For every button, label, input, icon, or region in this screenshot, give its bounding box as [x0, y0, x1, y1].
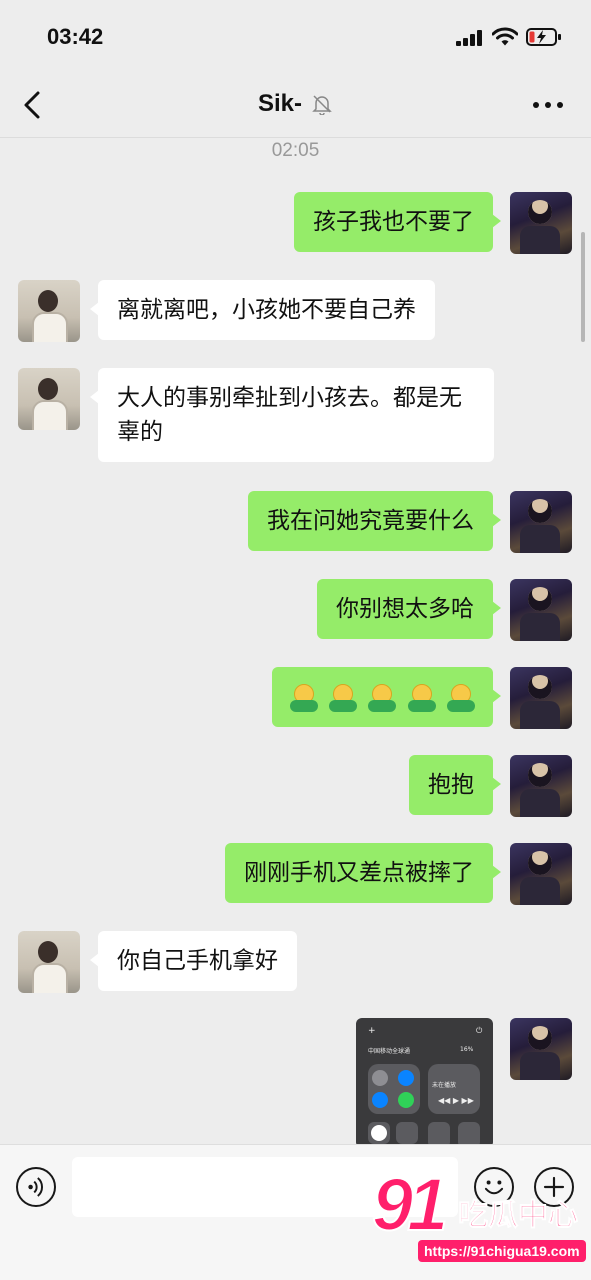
chat-title: Sik-: [257, 90, 302, 117]
avatar-self[interactable]: [510, 579, 572, 641]
media-panel: 未在播放 ◀◀ ▶ ▶▶: [428, 1064, 480, 1114]
connectivity-panel: [368, 1064, 420, 1114]
voice-icon[interactable]: [16, 1167, 56, 1207]
avatar-self[interactable]: [510, 1018, 572, 1080]
message-bubble-self[interactable]: 抱抱: [409, 755, 501, 815]
battery-charging-icon: [526, 28, 561, 46]
image-message-control-center[interactable]: + ⏻ 中国移动全球通 16% 未在播放 ◀◀ ▶ ▶▶: [356, 1018, 493, 1148]
status-time: 03:42: [47, 24, 104, 49]
avatar-self[interactable]: [510, 192, 572, 254]
message-bubble-other[interactable]: 大人的事别牵扯到小孩去。都是无辜的: [90, 368, 494, 462]
more-dots-icon[interactable]: [532, 100, 564, 110]
watermark-url: https://91chigua19.com: [418, 1240, 586, 1262]
message-timestamp: 02:05: [271, 140, 320, 161]
message-bubble-self[interactable]: 孩子我也不要了: [294, 192, 501, 252]
hug-emoji-icon: [329, 683, 358, 712]
message-bubble-other[interactable]: 你自己手机拿好: [90, 931, 297, 991]
hug-emoji-icon: [368, 683, 397, 712]
status-bar: 03:42: [0, 0, 591, 72]
message-bubble-self[interactable]: 我在问她究竟要什么: [248, 491, 501, 551]
hug-emoji-icon: [447, 683, 475, 712]
carrier-label: 中国移动全球通: [368, 1048, 411, 1055]
message-bubble-emoji[interactable]: [271, 667, 502, 727]
avatar-other[interactable]: [18, 280, 80, 342]
message-bubble-self[interactable]: 你别想太多哈: [317, 579, 501, 639]
avatar-other[interactable]: [18, 931, 80, 993]
avatar-self[interactable]: [510, 667, 572, 729]
hug-emoji-icon: [407, 683, 436, 712]
watermark-text: 吃瓜中心: [458, 1198, 579, 1234]
wifi-icon: [492, 27, 518, 46]
scrollbar[interactable]: [581, 232, 585, 342]
watermark-number: 91: [371, 1163, 449, 1246]
bell-muted-icon: [312, 95, 332, 115]
avatar-self[interactable]: [510, 755, 572, 817]
title-wrap: Sik-: [0, 90, 591, 118]
chat-header: Sik-: [0, 72, 591, 138]
hug-emoji-icon: [289, 683, 318, 712]
now-playing-label: 未在播放: [432, 1082, 457, 1089]
message-bubble-self[interactable]: 刚刚手机又差点被摔了: [225, 843, 501, 903]
avatar-self[interactable]: [510, 843, 572, 905]
watermark-logo: 91 吃瓜中心 https://91chigua19.com: [371, 1163, 586, 1268]
battery-label: 16%: [460, 1046, 474, 1053]
avatar-self[interactable]: [510, 491, 572, 553]
avatar-other[interactable]: [18, 368, 80, 430]
signal-icon: [456, 30, 484, 46]
message-bubble-other[interactable]: 离就离吧，小孩她不要自己养: [90, 280, 435, 340]
